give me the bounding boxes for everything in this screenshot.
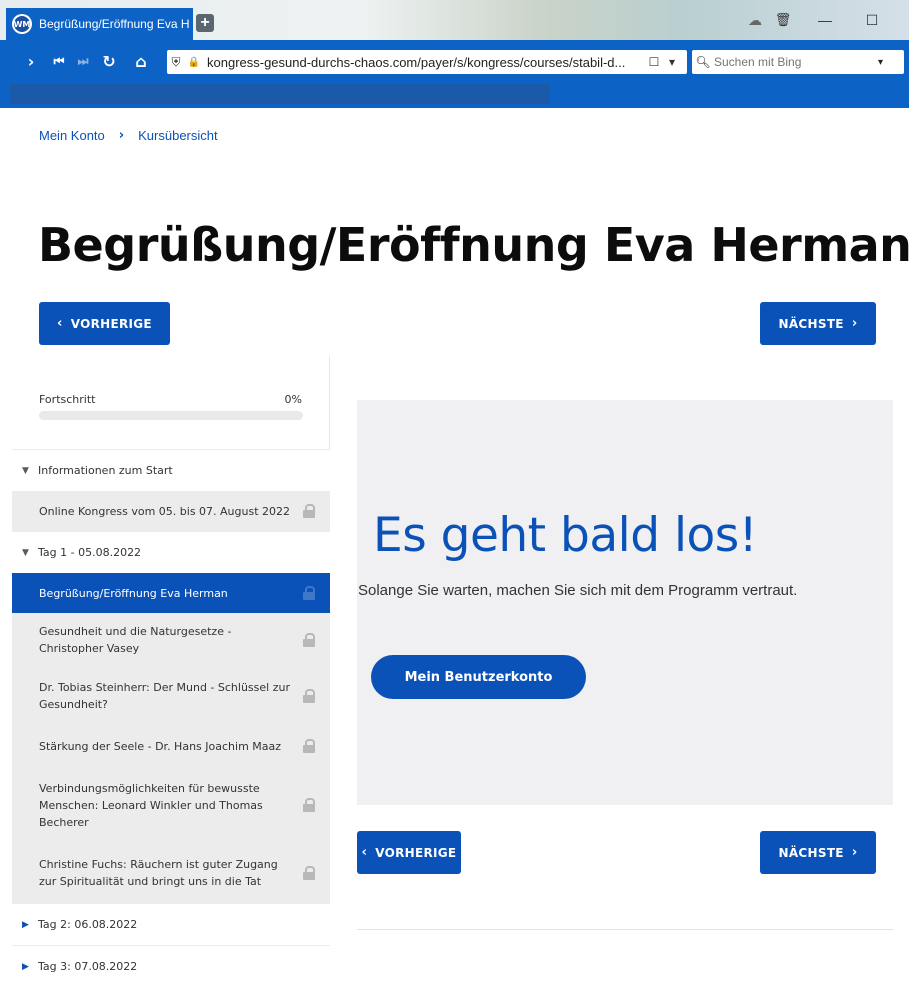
- chevron-left-icon: ‹: [57, 316, 63, 331]
- section-informationen[interactable]: ▼ Informationen zum Start: [12, 449, 330, 491]
- bookmarks-bar: [0, 84, 909, 108]
- section-title: Tag 3: 07.08.2022: [38, 960, 138, 973]
- lesson-title: Gesundheit und die Naturgesetze - Christ…: [39, 625, 232, 655]
- first-page-icon[interactable]: ⏮: [48, 54, 70, 69]
- section-tag-1[interactable]: ▼ Tag 1 - 05.08.2022: [12, 531, 330, 573]
- course-sidebar: Fortschritt 0% ▼ Informationen zum Start…: [12, 356, 330, 1006]
- lesson-item[interactable]: Christine Fuchs: Räuchern ist guter Zuga…: [12, 843, 330, 903]
- redacted-bookmarks: [10, 84, 550, 104]
- section-tag-3[interactable]: ▶ Tag 3: 07.08.2022: [12, 945, 330, 987]
- lock-icon: [302, 504, 316, 518]
- home-icon[interactable]: ⌂: [130, 52, 152, 71]
- lesson-item[interactable]: Online Kongress vom 05. bis 07. August 2…: [12, 491, 330, 531]
- breadcrumb-mein-konto[interactable]: Mein Konto: [39, 128, 105, 143]
- progress-percent: 0%: [284, 393, 302, 406]
- bookmark-icon[interactable]: ☐: [645, 55, 663, 69]
- lesson-item[interactable]: Dr. Tobias Steinherr: Der Mund - Schlüss…: [12, 667, 330, 725]
- maximize-icon[interactable]: ☐: [862, 10, 882, 30]
- section-tag-2[interactable]: ▶ Tag 2: 06.08.2022: [12, 903, 330, 945]
- url-dropdown-icon[interactable]: ▾: [663, 55, 681, 69]
- caret-down-icon: ▼: [22, 465, 29, 476]
- breadcrumb-kursuebersicht[interactable]: Kursübersicht: [138, 128, 217, 143]
- chevron-left-icon: ‹: [361, 845, 368, 860]
- breadcrumb: Mein Konto › Kursübersicht: [39, 128, 218, 143]
- sidebar-toggle-icon[interactable]: ›: [20, 52, 42, 71]
- progress-bar: [39, 411, 303, 420]
- lesson-title: Dr. Tobias Steinherr: Der Mund - Schlüss…: [39, 681, 290, 711]
- last-page-icon[interactable]: ⏭: [72, 54, 94, 69]
- section-title: Tag 2: 06.08.2022: [38, 918, 138, 931]
- account-button[interactable]: Mein Benutzerkonto: [371, 655, 586, 699]
- trash-icon[interactable]: 🗑: [773, 10, 793, 30]
- new-tab-icon[interactable]: +: [196, 14, 214, 32]
- search-icon[interactable]: 🔍︎: [692, 55, 714, 69]
- browser-tab-strip: WM Begrüßung/Eröffnung Eva H + ☁ 🗑 — ☐: [0, 0, 909, 40]
- lesson-title: Stärkung der Seele - Dr. Hans Joachim Ma…: [39, 739, 282, 753]
- chevron-right-icon: ›: [851, 845, 858, 860]
- lesson-item[interactable]: Gesundheit und die Naturgesetze - Christ…: [12, 613, 330, 667]
- url-text[interactable]: kongress-gesund-durchs-chaos.com/payer/s…: [207, 55, 645, 70]
- section-title: Tag 1 - 05.08.2022: [38, 546, 142, 559]
- lesson-item[interactable]: Stärkung der Seele - Dr. Hans Joachim Ma…: [12, 725, 330, 767]
- hero-heading: Es geht bald los!: [373, 508, 758, 563]
- lesson-title: Begrüßung/Eröffnung Eva Herman: [39, 586, 228, 600]
- browser-tab-active[interactable]: WM Begrüßung/Eröffnung Eva H: [6, 8, 193, 40]
- lesson-title: Christine Fuchs: Räuchern ist guter Zuga…: [39, 858, 278, 888]
- lock-icon: [302, 798, 316, 812]
- cloud-icon[interactable]: ☁: [745, 10, 765, 30]
- next-button-bottom[interactable]: NÄCHSTE ›: [760, 831, 876, 874]
- hero-subtitle: Solange Sie warten, machen Sie sich mit …: [358, 582, 798, 599]
- tab-title: Begrüßung/Eröffnung Eva H: [39, 17, 189, 31]
- previous-button-top[interactable]: ‹ VORHERIGE: [39, 302, 170, 345]
- lock-icon[interactable]: 🔒: [185, 57, 203, 68]
- progress-panel: Fortschritt 0%: [12, 356, 330, 449]
- shield-icon[interactable]: ⛨: [167, 55, 185, 70]
- course-page: Mein Konto › Kursübersicht Begrüßung/Erö…: [0, 108, 909, 1008]
- minimize-icon[interactable]: —: [815, 10, 835, 30]
- reload-icon[interactable]: ↻: [98, 52, 120, 71]
- lesson-title: Online Kongress vom 05. bis 07. August 2…: [39, 504, 291, 518]
- lock-icon: [302, 586, 316, 600]
- lock-icon: [302, 866, 316, 880]
- divider: [357, 929, 893, 930]
- next-button-label: NÄCHSTE: [778, 845, 844, 860]
- lesson-title: Verbindungsmöglichkeiten für bewusste Me…: [39, 781, 263, 829]
- chevron-right-icon: ›: [118, 128, 125, 143]
- site-favicon-icon: WM: [12, 14, 32, 34]
- lock-icon: [302, 739, 316, 753]
- video-placeholder: Es geht bald los! Solange Sie warten, ma…: [357, 400, 893, 805]
- search-bar[interactable]: 🔍︎ ▾: [692, 50, 904, 74]
- progress-label: Fortschritt: [39, 393, 96, 406]
- search-input[interactable]: [714, 55, 878, 69]
- caret-down-icon: ▼: [22, 547, 29, 558]
- lock-icon: [302, 689, 316, 703]
- previous-button-label: VORHERIGE: [70, 316, 152, 331]
- lesson-item[interactable]: Verbindungsmöglichkeiten für bewusste Me…: [12, 767, 330, 843]
- page-title: Begrüßung/Eröffnung Eva Herman: [38, 218, 909, 272]
- caret-right-icon: ▶: [22, 961, 29, 972]
- section-title: Informationen zum Start: [38, 464, 173, 477]
- next-button-label: NÄCHSTE: [778, 316, 844, 331]
- lock-icon: [302, 633, 316, 647]
- search-dropdown-icon[interactable]: ▾: [878, 57, 883, 68]
- address-bar[interactable]: ⛨ 🔒 kongress-gesund-durchs-chaos.com/pay…: [167, 50, 687, 74]
- previous-button-label: VORHERIGE: [375, 845, 457, 860]
- chevron-right-icon: ›: [851, 316, 858, 331]
- caret-right-icon: ▶: [22, 919, 29, 930]
- next-button-top[interactable]: NÄCHSTE ›: [760, 302, 876, 345]
- previous-button-bottom[interactable]: ‹ VORHERIGE: [357, 831, 461, 874]
- lesson-item-active[interactable]: Begrüßung/Eröffnung Eva Herman: [12, 573, 330, 613]
